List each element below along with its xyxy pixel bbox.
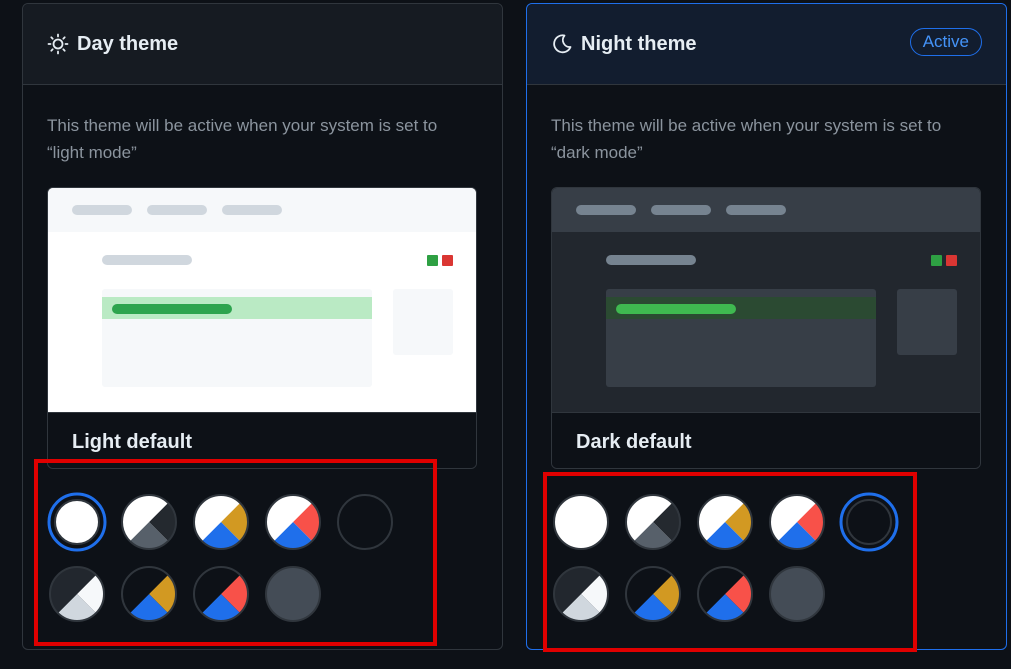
sun-icon [47,33,69,55]
highlight-box-night [543,472,917,652]
highlight-box-day [34,459,437,646]
dark-default-label: Dark default [552,412,980,468]
dark-default-preview-card[interactable]: Dark default [551,187,981,469]
night-theme-description: This theme will be active when your syst… [551,116,942,162]
light-default-preview-card[interactable]: Light default [47,187,477,469]
light-theme-preview [48,188,476,412]
moon-icon [551,33,573,55]
night-theme-header: Night theme Active [527,4,1006,85]
night-theme-title: Night theme [581,32,697,55]
day-theme-title: Day theme [77,32,179,55]
dark-theme-preview [552,188,980,412]
day-theme-header: Day theme [23,4,502,85]
day-theme-description: This theme will be active when your syst… [47,116,438,162]
active-badge: Active [909,28,982,56]
